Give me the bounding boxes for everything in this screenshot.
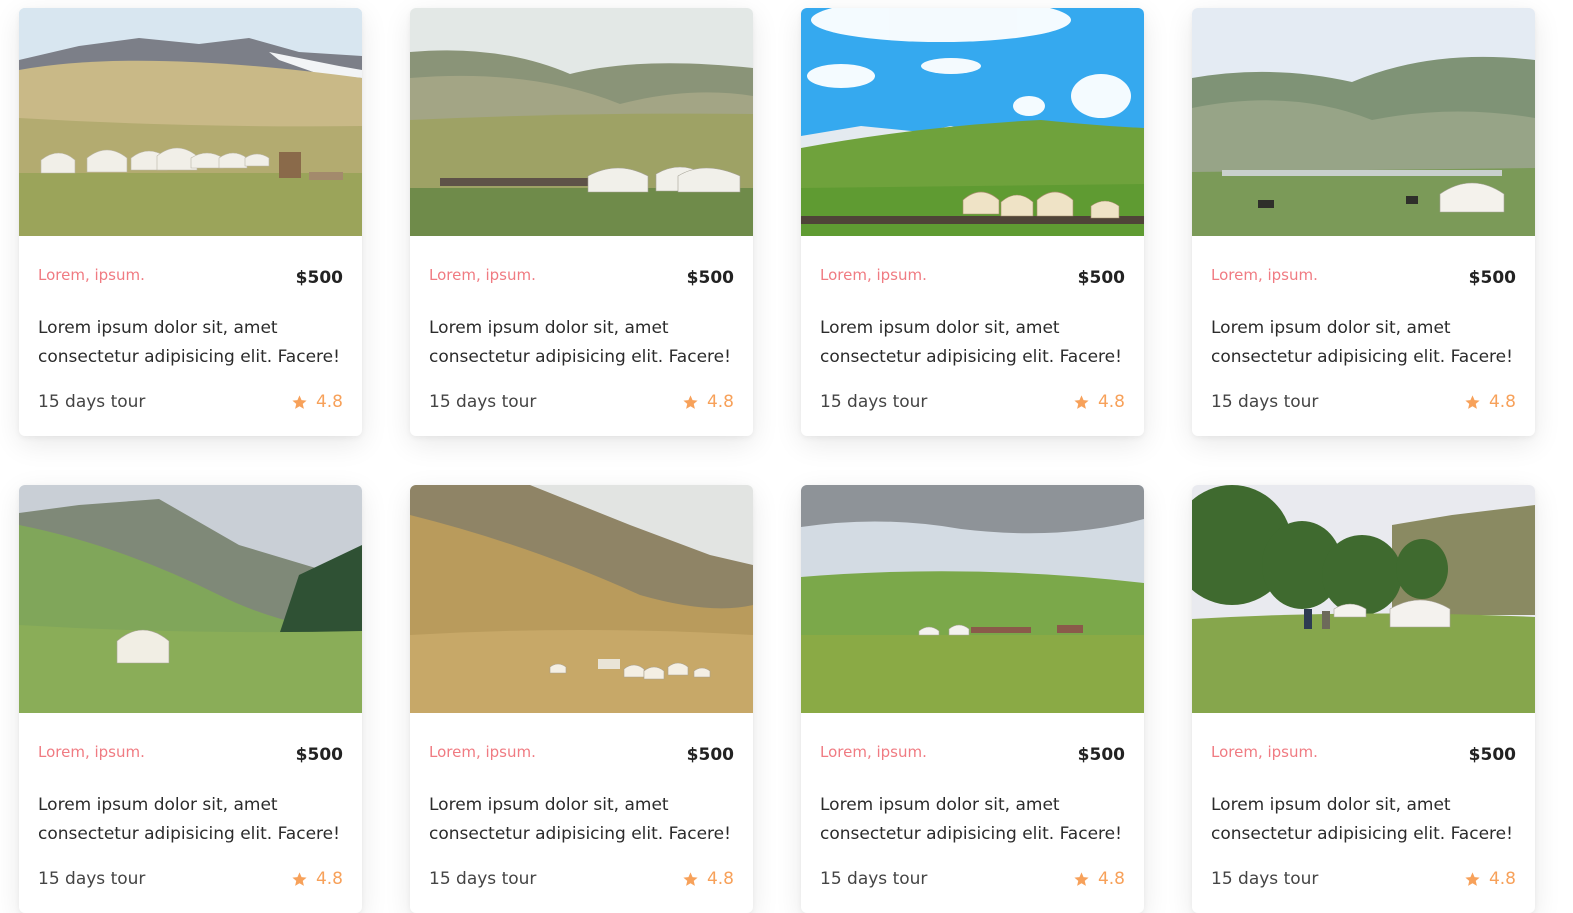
tour-title[interactable]: Lorem ipsum dolor sit, amet consectetur … — [38, 314, 350, 372]
tour-rating: 4.8 — [682, 392, 734, 412]
tour-rating: 4.8 — [1464, 869, 1516, 889]
tour-category[interactable]: Lorem, ipsum. — [820, 743, 927, 761]
rating-value: 4.8 — [706, 869, 734, 889]
tour-price: $500 — [686, 745, 734, 765]
star-icon — [292, 394, 307, 409]
tour-photo-golden-slope-yurts — [410, 485, 753, 713]
star-icon — [683, 394, 698, 409]
tour-category[interactable]: Lorem, ipsum. — [38, 743, 145, 761]
tour-price: $500 — [1468, 745, 1516, 765]
tour-photo-blue-sky-yurts — [801, 8, 1144, 236]
rating-value: 4.8 — [1097, 392, 1125, 412]
tour-price: $500 — [686, 268, 734, 288]
tour-duration: 15 days tour — [1211, 392, 1319, 412]
tour-title[interactable]: Lorem ipsum dolor sit, amet consectetur … — [429, 791, 741, 849]
tour-category[interactable]: Lorem, ipsum. — [429, 266, 536, 284]
tour-category[interactable]: Lorem, ipsum. — [1211, 743, 1318, 761]
tour-photo-steppe-yurt-camp — [19, 8, 362, 236]
tour-title[interactable]: Lorem ipsum dolor sit, amet consectetur … — [1211, 791, 1523, 849]
tour-rating: 4.8 — [682, 869, 734, 889]
tour-card[interactable]: Lorem, ipsum. $500 Lorem ipsum dolor sit… — [1192, 8, 1535, 436]
tour-duration: 15 days tour — [38, 869, 146, 889]
tour-category[interactable]: Lorem, ipsum. — [820, 266, 927, 284]
tour-card[interactable]: Lorem, ipsum. $500 Lorem ipsum dolor sit… — [801, 485, 1144, 913]
tour-title[interactable]: Lorem ipsum dolor sit, amet consectetur … — [820, 791, 1132, 849]
tour-card[interactable]: Lorem, ipsum. $500 Lorem ipsum dolor sit… — [19, 485, 362, 913]
tour-rating: 4.8 — [1073, 392, 1125, 412]
rating-value: 4.8 — [315, 392, 343, 412]
tour-price: $500 — [1077, 268, 1125, 288]
tour-category[interactable]: Lorem, ipsum. — [38, 266, 145, 284]
star-icon — [1074, 871, 1089, 886]
rating-value: 4.8 — [1097, 869, 1125, 889]
star-icon — [292, 871, 307, 886]
star-icon — [1465, 871, 1480, 886]
tour-title[interactable]: Lorem ipsum dolor sit, amet consectetur … — [429, 314, 741, 372]
tour-category[interactable]: Lorem, ipsum. — [429, 743, 536, 761]
tour-photo-forest-meadow-yurts — [1192, 485, 1535, 713]
tour-rating: 4.8 — [291, 869, 343, 889]
tour-title[interactable]: Lorem ipsum dolor sit, amet consectetur … — [820, 314, 1132, 372]
tour-duration: 15 days tour — [1211, 869, 1319, 889]
tour-photo-grassland-yurts — [410, 8, 753, 236]
tour-photo-valley-yurt — [1192, 8, 1535, 236]
tour-card[interactable]: Lorem, ipsum. $500 Lorem ipsum dolor sit… — [19, 8, 362, 436]
tour-duration: 15 days tour — [820, 392, 928, 412]
tour-price: $500 — [1077, 745, 1125, 765]
tour-duration: 15 days tour — [38, 392, 146, 412]
tour-duration: 15 days tour — [429, 869, 537, 889]
tour-card-grid: Lorem, ipsum. $500 Lorem ipsum dolor sit… — [0, 0, 1573, 913]
tour-rating: 4.8 — [1073, 869, 1125, 889]
tour-card[interactable]: Lorem, ipsum. $500 Lorem ipsum dolor sit… — [801, 8, 1144, 436]
tour-photo-cloudy-plain-yurts — [801, 485, 1144, 713]
rating-value: 4.8 — [1488, 392, 1516, 412]
rating-value: 4.8 — [1488, 869, 1516, 889]
star-icon — [683, 871, 698, 886]
star-icon — [1074, 394, 1089, 409]
tour-price: $500 — [295, 268, 343, 288]
tour-category[interactable]: Lorem, ipsum. — [1211, 266, 1318, 284]
tour-card[interactable]: Lorem, ipsum. $500 Lorem ipsum dolor sit… — [410, 8, 753, 436]
tour-rating: 4.8 — [1464, 392, 1516, 412]
tour-title[interactable]: Lorem ipsum dolor sit, amet consectetur … — [38, 791, 350, 849]
tour-title[interactable]: Lorem ipsum dolor sit, amet consectetur … — [1211, 314, 1523, 372]
tour-rating: 4.8 — [291, 392, 343, 412]
tour-card[interactable]: Lorem, ipsum. $500 Lorem ipsum dolor sit… — [1192, 485, 1535, 913]
tour-price: $500 — [1468, 268, 1516, 288]
tour-price: $500 — [295, 745, 343, 765]
tour-duration: 15 days tour — [429, 392, 537, 412]
tour-duration: 15 days tour — [820, 869, 928, 889]
rating-value: 4.8 — [315, 869, 343, 889]
star-icon — [1465, 394, 1480, 409]
rating-value: 4.8 — [706, 392, 734, 412]
tour-card[interactable]: Lorem, ipsum. $500 Lorem ipsum dolor sit… — [410, 485, 753, 913]
tour-photo-mountain-valley-yurt — [19, 485, 362, 713]
